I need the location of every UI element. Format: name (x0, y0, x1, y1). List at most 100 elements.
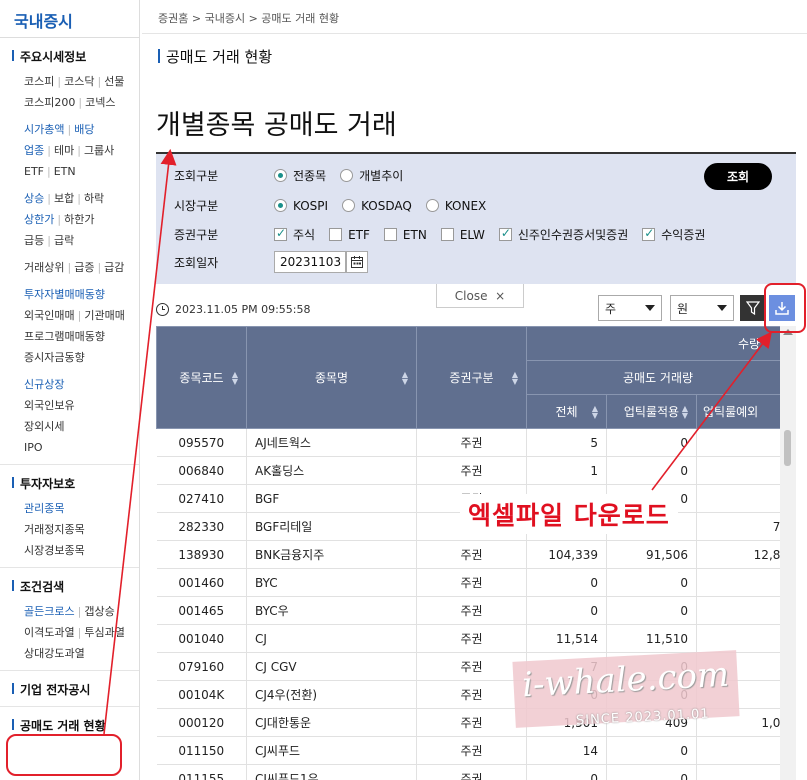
security-stock-checkbox[interactable]: 주식 (274, 226, 315, 243)
sidebar-link[interactable]: 코스피200 (24, 96, 75, 109)
chevron-right-icon: > (191, 12, 205, 25)
cell-code: 001465 (156, 596, 247, 625)
radio-off-icon (340, 169, 354, 182)
sidebar-link[interactable]: 급감 (104, 261, 124, 274)
sidebar-title[interactable]: 국내증시 (0, 0, 139, 38)
sidebar-link[interactable]: 급등 (24, 234, 44, 247)
col-security-type[interactable]: 증권구분 ▲ ▼ (416, 326, 527, 429)
filter-icon[interactable] (740, 295, 766, 321)
sidebar-link[interactable]: 프로그램매매동향 (24, 330, 105, 343)
sidebar-link[interactable]: 기관매매 (84, 309, 124, 322)
sidebar-link[interactable]: 테마 (54, 144, 74, 157)
quantity-unit-select[interactable]: 주 (598, 295, 662, 321)
sidebar-link[interactable]: 배당 (74, 123, 94, 136)
security-warrant-checkbox[interactable]: 신주인수권증서및증권 (498, 226, 628, 243)
sidebar-link[interactable]: 장외시세 (24, 420, 64, 433)
close-filter-button[interactable]: Close × (436, 284, 524, 308)
security-etn-checkbox[interactable]: ETN (383, 228, 427, 242)
security-type-label: 증권구분 (174, 228, 219, 242)
query-type-all-radio[interactable]: 전종목 (274, 167, 326, 184)
col-uptick-exempt[interactable]: 업틱룰예외 (695, 394, 780, 429)
market-type-label: 시장구분 (174, 199, 219, 213)
cell-total: 104,339 (526, 540, 607, 569)
sidebar-item-sentiment[interactable]: 투심과열 (84, 626, 124, 639)
sidebar-item-rsi[interactable]: 상대강도과열 (24, 647, 85, 660)
sidebar-link[interactable]: IPO (24, 441, 43, 454)
sidebar-row: 이격도과열 | 투심과열 (24, 626, 125, 639)
sidebar-link[interactable]: 외국인매매 (24, 309, 75, 322)
cell-total: 0 (526, 568, 607, 597)
table-row[interactable]: 006840 AK홀딩스 주권 1 0 (156, 456, 780, 485)
checkbox-checked-icon (642, 226, 656, 241)
scrollbar-thumb[interactable] (784, 430, 791, 466)
query-type-trend-radio[interactable]: 개별추이 (340, 167, 403, 184)
market-konex-radio[interactable]: KONEX (425, 199, 486, 213)
table-row[interactable]: 011150CJ씨푸드주권1401 (156, 736, 780, 765)
sidebar-link[interactable]: 신규상장 (24, 378, 64, 391)
sidebar-link[interactable]: 선물 (104, 75, 124, 88)
cell-uptick-applied: 0 (606, 596, 697, 625)
sidebar-link[interactable]: 증시자금동향 (24, 351, 85, 364)
sidebar-link[interactable]: 하한가 (64, 213, 94, 226)
security-beneficiary-checkbox[interactable]: 수익증권 (642, 226, 705, 243)
sidebar-item-managed[interactable]: 관리종목 (12, 498, 139, 519)
sidebar-link[interactable]: ETF (24, 165, 44, 178)
sidebar-link[interactable]: 상승 (24, 192, 44, 205)
cell-name: AJ네트웍스 (246, 428, 417, 457)
sidebar-link[interactable]: 업종 (24, 144, 44, 157)
market-kospi-radio[interactable]: KOSPI (274, 199, 328, 213)
sidebar-link[interactable]: ETN (54, 165, 76, 178)
sidebar-item-gap-up[interactable]: 갭상승 (84, 605, 114, 618)
sidebar-heading-market-info: 주요시세정보 (12, 48, 139, 65)
cell-name: AK홀딩스 (246, 456, 417, 485)
table-row[interactable]: 001040 CJ 주권 11,514 11,510 (156, 624, 780, 653)
sidebar-item-golden-cross[interactable]: 골든크로스 (24, 605, 75, 618)
calendar-icon[interactable] (346, 251, 368, 273)
sidebar-row: 장외시세 (12, 416, 139, 437)
sidebar-item-disclosure[interactable]: 기업 전자공시 (12, 681, 139, 698)
search-button[interactable]: 조회 (704, 163, 772, 190)
cell-code: 006840 (156, 456, 247, 485)
scrollbar[interactable] (780, 326, 796, 780)
table-row[interactable]: 001465 BYC우 주권 0 0 (156, 596, 780, 625)
highlight-sidebar-box (6, 734, 122, 776)
sidebar-link[interactable]: 하락 (84, 192, 104, 205)
sidebar-item-short-selling[interactable]: 공매도 거래 현황 (12, 717, 139, 734)
amount-unit-select[interactable]: 원 (670, 295, 734, 321)
market-kosdaq-radio[interactable]: KOSDAQ (342, 199, 412, 213)
col-total[interactable]: 전체 ▲ ▼ (526, 394, 607, 429)
date-input[interactable]: 20231103 (274, 251, 346, 273)
sidebar-link[interactable]: 코스피 (24, 75, 54, 88)
table-row[interactable]: 001460 BYC 주권 0 0 (156, 568, 780, 597)
sidebar-item-halted[interactable]: 거래정지종목 (12, 519, 139, 540)
breadcrumb-home[interactable]: 증권홈 (158, 12, 188, 25)
sidebar-item-warning[interactable]: 시장경보종목 (12, 540, 139, 561)
sidebar-item-disparity[interactable]: 이격도과열 (24, 626, 75, 639)
sidebar-row: 프로그램매매동향 (12, 326, 139, 347)
col-name[interactable]: 종목명 ▲ ▼ (246, 326, 417, 429)
sidebar-link[interactable]: 거래상위 (24, 261, 64, 274)
col-uptick-applied[interactable]: 업틱룰적용 ▲ ▼ (606, 394, 697, 429)
sidebar-link[interactable]: 그룹사 (84, 144, 114, 157)
security-etf-checkbox[interactable]: ETF (329, 228, 370, 242)
sidebar-link[interactable]: 코스닥 (64, 75, 94, 88)
cell-security-type: 주권 (416, 708, 527, 737)
security-elw-checkbox[interactable]: ELW (440, 228, 485, 242)
sort-icon: ▲ ▼ (231, 369, 238, 386)
col-code[interactable]: 종목코드 ▲ ▼ (156, 326, 247, 429)
table-row[interactable]: 138930BNK금융지주주권104,33991,50612,83 (156, 540, 780, 569)
sidebar-link[interactable]: 보합 (54, 192, 74, 205)
sidebar-link[interactable]: 시가총액 (24, 123, 64, 136)
cell-uptick-exempt (696, 764, 780, 780)
sidebar-link[interactable]: 급락 (54, 234, 74, 247)
table-row[interactable]: 095570 AJ네트웍스 주권 5 0 (156, 428, 780, 457)
sidebar-link[interactable]: 상한가 (24, 213, 54, 226)
sidebar-link[interactable]: 급증 (74, 261, 94, 274)
breadcrumb-domestic[interactable]: 국내증시 (205, 12, 245, 25)
sidebar-link[interactable]: 코넥스 (85, 96, 115, 109)
sidebar-link[interactable]: 투자자별매매동향 (24, 288, 105, 301)
cell-total: 11,514 (526, 624, 607, 653)
clock-icon (156, 303, 169, 316)
table-row[interactable]: 011155 CJ씨푸드1우 주권 0 0 (156, 764, 780, 780)
sidebar-link[interactable]: 외국인보유 (24, 399, 75, 412)
